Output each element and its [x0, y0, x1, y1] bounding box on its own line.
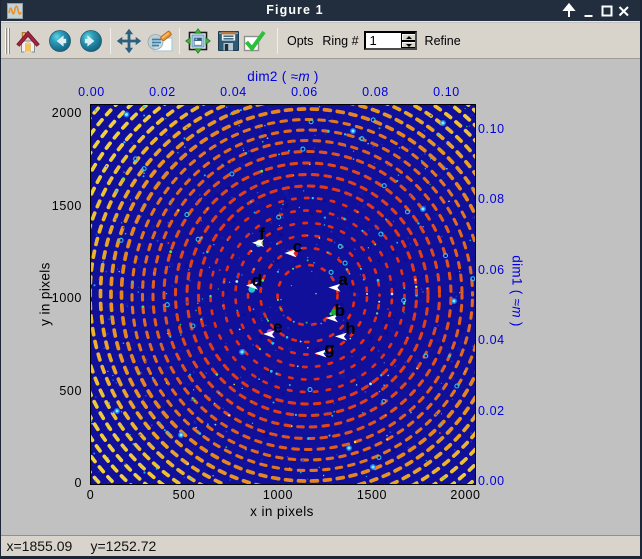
svg-text:h: h — [345, 319, 355, 338]
svg-text:c: c — [292, 237, 301, 256]
svg-text:b: b — [334, 301, 344, 320]
svg-text:f: f — [259, 224, 265, 243]
svg-text:e: e — [272, 317, 281, 336]
svg-text:d: d — [251, 271, 261, 290]
svg-text:g: g — [324, 338, 334, 357]
svg-text:a: a — [338, 270, 348, 289]
